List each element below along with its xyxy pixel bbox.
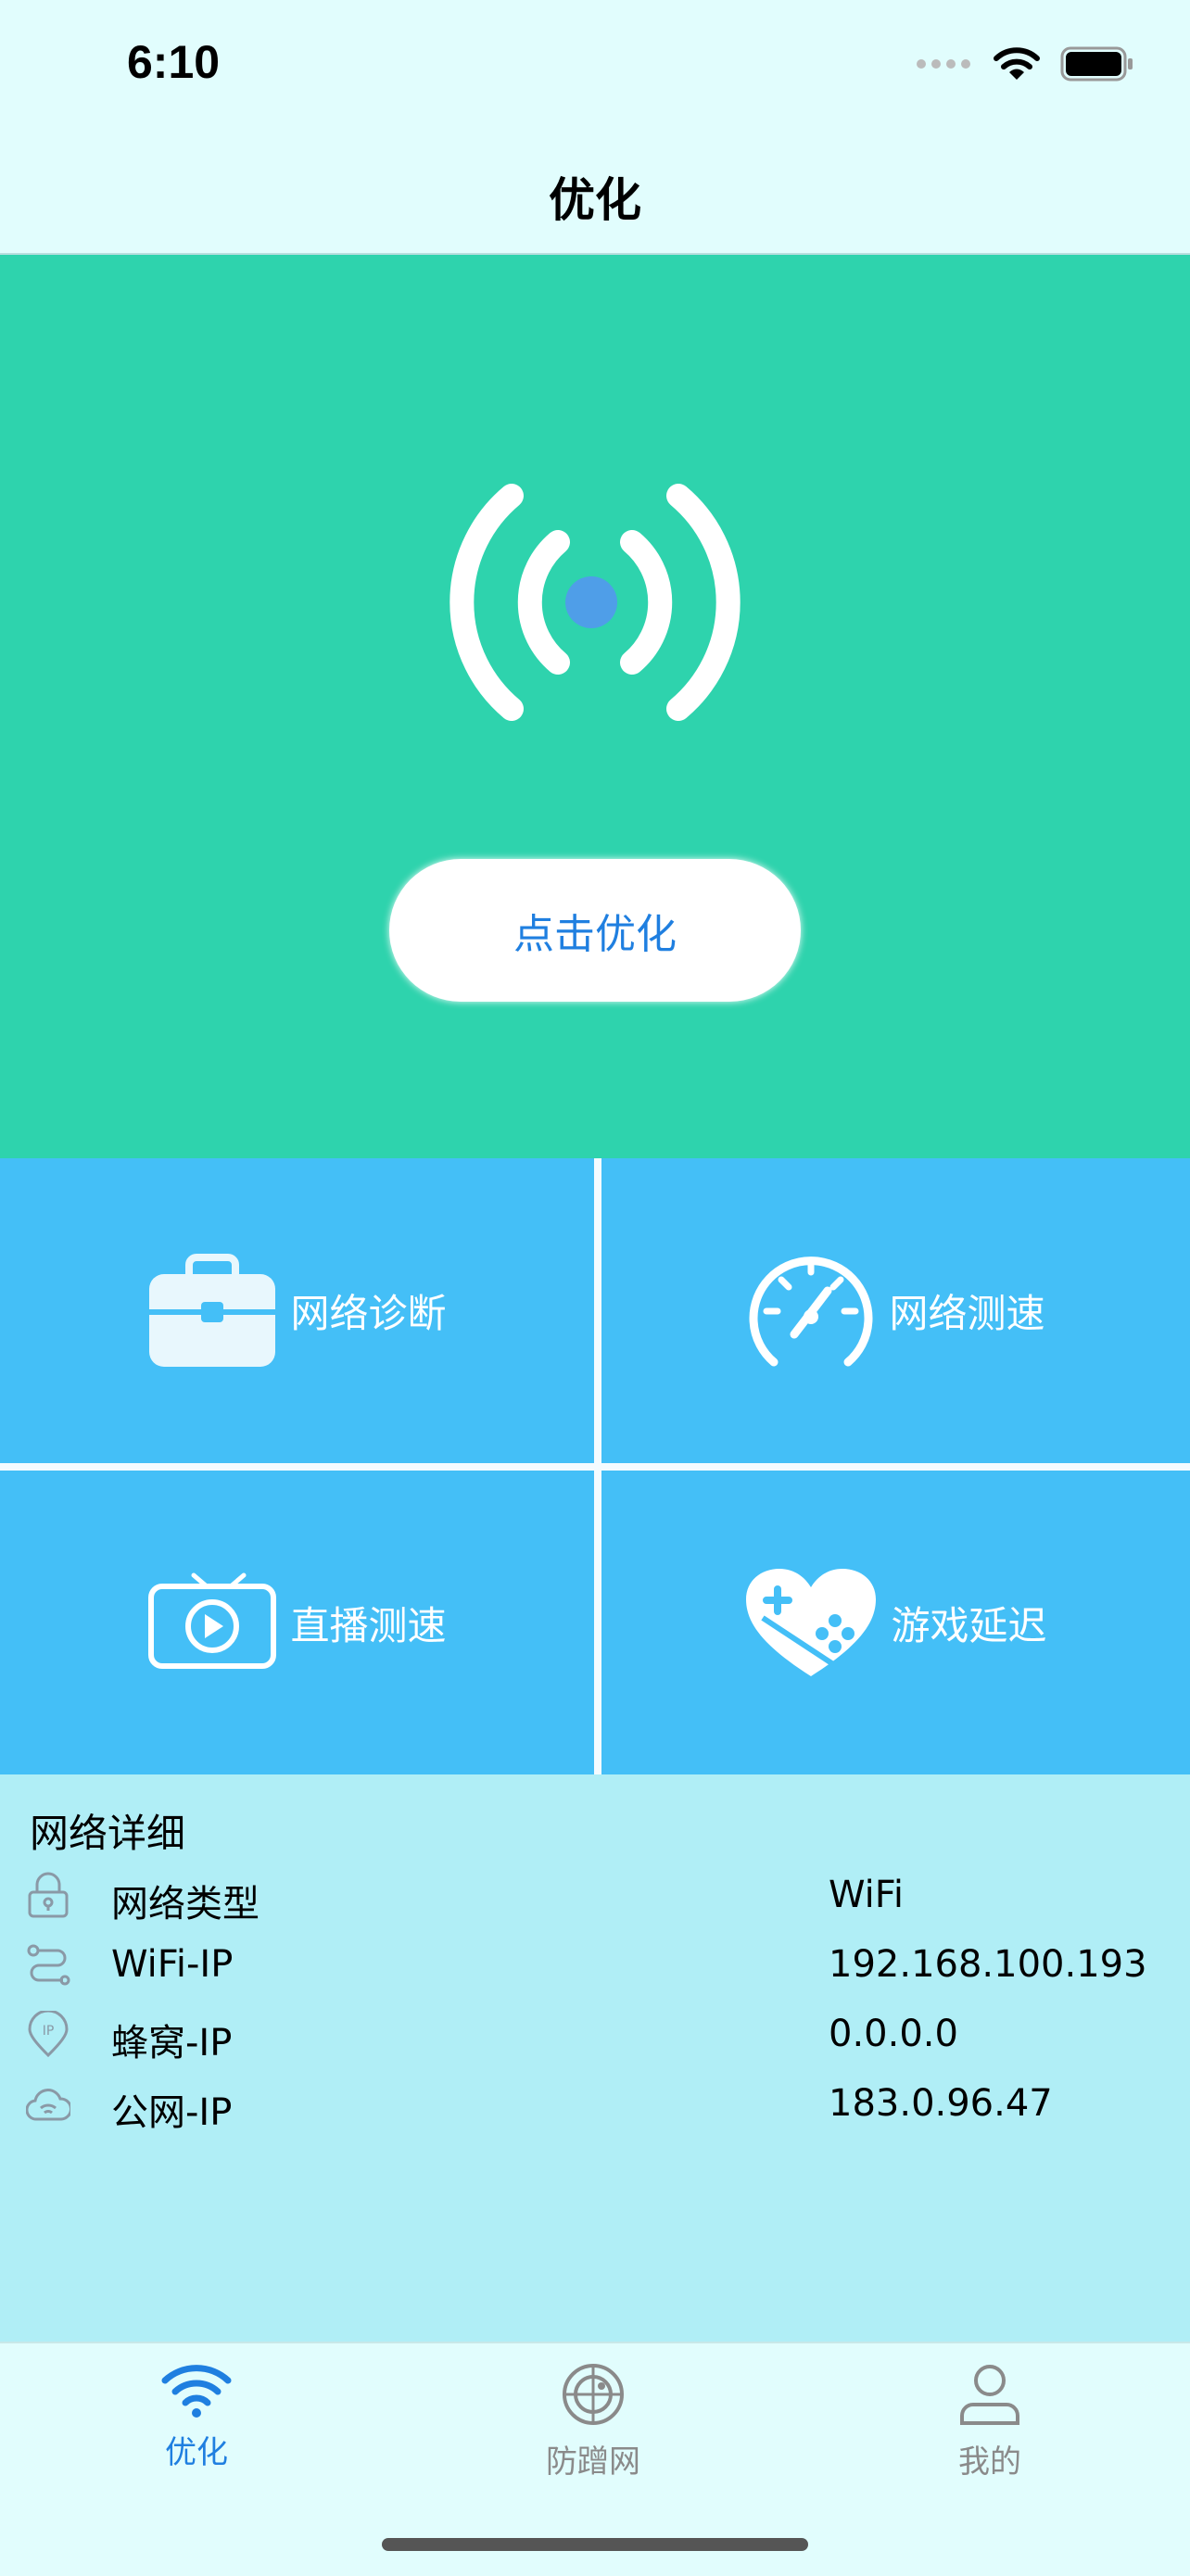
radar-icon — [563, 2364, 624, 2425]
detail-value: 192.168.100.193 — [829, 1943, 1147, 1986]
gamepad-heart-icon — [746, 1569, 877, 1676]
tv-play-icon — [148, 1572, 277, 1669]
wifi-icon — [161, 2365, 232, 2418]
detail-row-cellular-ip: IP 蜂窝-IP 0.0.0.0 — [0, 2001, 1190, 2070]
status-time: 6:10 — [127, 36, 221, 88]
route-icon — [27, 1944, 70, 1986]
detail-value: 0.0.0.0 — [829, 2013, 958, 2055]
detail-label: 网络类型 — [111, 1883, 260, 1926]
tool-label: 直播测速 — [290, 1602, 447, 1648]
network-details: 网络详细 网络类型 WiFi WiFi-IP 192.168.100.193 I… — [0, 1774, 1190, 2342]
detail-row-wifi-ip: WiFi-IP 192.168.100.193 — [0, 1932, 1190, 2001]
tab-anti-freeloader[interactable]: 防蹭网 — [500, 2362, 686, 2481]
nav-bar: 优化 — [0, 130, 1190, 255]
detail-value: WiFi — [829, 1874, 904, 1916]
tab-profile[interactable]: 我的 — [897, 2362, 1082, 2481]
cloud-wifi-icon — [26, 2089, 70, 2121]
wifi-status-icon — [994, 47, 1040, 80]
toolbox-icon — [149, 1253, 276, 1367]
tool-label: 网络诊断 — [290, 1291, 447, 1336]
user-icon — [960, 2365, 1019, 2425]
detail-row-public-ip: 公网-IP 183.0.96.47 — [0, 2071, 1190, 2140]
detail-label: 公网-IP — [111, 2091, 233, 2134]
tab-label: 我的 — [958, 2443, 1021, 2481]
tool-speed-test[interactable]: 网络测速 — [601, 1158, 1190, 1463]
tool-label: 网络测速 — [889, 1291, 1045, 1336]
detail-label: WiFi-IP — [111, 1943, 234, 1986]
hero-panel: 点击优化 — [0, 255, 1190, 1158]
detail-label: 蜂窝-IP — [111, 2022, 233, 2065]
optimize-button[interactable]: 点击优化 — [389, 859, 801, 1002]
detail-row-network-type: 网络类型 WiFi — [0, 1863, 1190, 1931]
details-title: 网络详细 — [30, 1811, 186, 1856]
signal-broadcast-icon — [449, 484, 741, 721]
status-icons — [916, 46, 1134, 82]
page-title: 优化 — [549, 173, 641, 227]
tab-label: 优化 — [165, 2434, 228, 2471]
tool-live-speed-test[interactable]: 直播测速 — [0, 1471, 594, 1774]
lock-icon — [28, 1872, 69, 1918]
tab-optimize[interactable]: 优化 — [104, 2362, 289, 2472]
cellular-signal-icon — [917, 59, 970, 69]
tool-label: 游戏延迟 — [891, 1602, 1047, 1648]
tab-label: 防蹭网 — [546, 2443, 640, 2481]
tool-network-diagnosis[interactable]: 网络诊断 — [0, 1158, 594, 1463]
ip-pin-icon: IP — [28, 2011, 69, 2057]
home-indicator[interactable] — [382, 2538, 808, 2551]
tool-game-latency[interactable]: 游戏延迟 — [601, 1471, 1190, 1774]
status-bar: 6:10 — [0, 0, 1190, 130]
svg-text:IP: IP — [43, 2024, 55, 2039]
battery-icon — [1060, 46, 1133, 82]
detail-value: 183.0.96.47 — [829, 2082, 1053, 2125]
tool-grid: 网络诊断 网络测速 直播测速 游戏延迟 — [0, 1158, 1190, 1774]
speedometer-icon — [750, 1256, 873, 1366]
